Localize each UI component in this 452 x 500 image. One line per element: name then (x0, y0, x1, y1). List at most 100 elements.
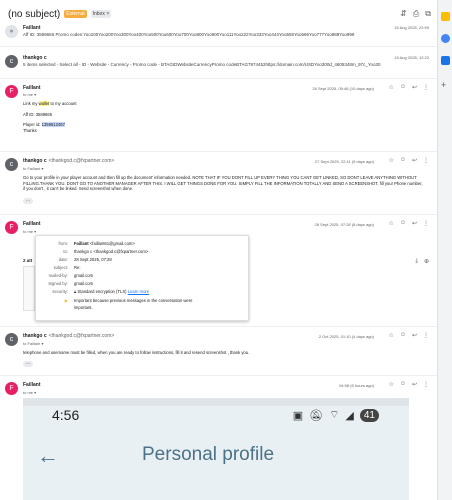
recipient-details-toggle[interactable]: to Faillant ▾ (23, 341, 43, 346)
more-vert-icon[interactable]: ⋮ (423, 84, 429, 91)
important-reason-cont: important. (74, 305, 93, 310)
date-value: 28 Sept 2025, 07:28 (74, 257, 112, 262)
emoji-react-icon[interactable]: ☺ (400, 157, 406, 164)
star-icon[interactable]: ☆ (388, 332, 393, 339)
from-address: <faillant61@gmail.com> (89, 241, 135, 246)
emoji-react-icon[interactable]: ☺ (400, 332, 406, 339)
recipient-details-toggle[interactable]: to me ▾ (23, 229, 36, 234)
reply-icon[interactable]: ↩ (412, 157, 417, 164)
signed-by-label: Signed by: (48, 281, 68, 286)
message-actions: ☆ ☺ ↩ ⋮ (388, 332, 429, 339)
collapse-all-icon[interactable]: ⇵ (400, 9, 407, 19)
highlighted-word: wallet (38, 101, 50, 106)
emoji-react-icon[interactable]: ☺ (400, 381, 406, 388)
reply-icon[interactable]: ↩ (412, 220, 417, 227)
sender-name: thankgo c (23, 55, 47, 61)
external-badge: External (64, 10, 87, 18)
body-text: to my account (49, 101, 77, 106)
recipient-details-toggle[interactable]: to Faillant ▾ (23, 166, 43, 171)
important-reason: Important because previous messages in t… (74, 298, 193, 303)
sender-line[interactable]: thankgo c <thankgod.c@fxpartner.com> (23, 333, 114, 339)
message-date: 15 Aug 2025, 22:59 (394, 25, 429, 30)
phone-clock: 4:56 (52, 407, 80, 423)
sender-name[interactable]: Faillant (23, 382, 41, 388)
learn-more-link[interactable]: Learn more (128, 289, 149, 294)
collapsed-message-2[interactable]: c thankgo c 19 Aug 2025, 12:22 5 items s… (0, 52, 437, 74)
subject-label: subject: (53, 265, 68, 270)
inline-image-phone-screenshot[interactable]: 4:56 ▣ 🔕︎ ⌔ ◢ 41 ← Personal profile (23, 398, 409, 500)
important-marker-icon: ▶ (64, 298, 68, 303)
reply-icon[interactable]: ↩ (412, 84, 417, 91)
message-snippet: Aff ID: 3589665 Promo codes:Yoo100Yoo200… (23, 32, 355, 37)
sender-line[interactable]: thankgo c <thankgod.c@fxpartner.com> (23, 158, 114, 164)
security-label: security: (52, 289, 68, 294)
message-actions: ☆ ☺ ↩ ⋮ (388, 84, 429, 91)
message-body: telephone and username must be filled, w… (23, 350, 250, 355)
reply-icon[interactable]: ↩ (412, 381, 417, 388)
signal-icon: ◢ (345, 409, 354, 422)
divider (0, 375, 437, 376)
body-text: Link my (23, 101, 39, 106)
attachment-thumbnail[interactable] (23, 266, 35, 311)
open-new-window-icon[interactable]: ⧉ (425, 9, 431, 19)
sender-address: <thankgod.c@fxpartner.com> (48, 333, 115, 339)
download-all-icon[interactable]: ⤓ (415, 258, 418, 265)
emoji-react-icon[interactable]: ☺ (400, 220, 406, 227)
show-trimmed-content-button[interactable]: … (23, 198, 33, 204)
message-actions: ☆ ☺ ↩ ⋮ (388, 157, 429, 164)
thanks-line: Thanks (23, 127, 37, 133)
sender-name[interactable]: Faillant (23, 85, 41, 91)
expanded-message-7: F Faillant to me ▾ 04:58 (6 hours ago) ☆… (0, 379, 437, 399)
email-thread-view: (no subject) External Inbox × ⇵ ⎙ ⧉ ● Fa… (0, 0, 437, 500)
tasks-icon[interactable] (441, 34, 450, 43)
print-icon[interactable]: ⎙ (413, 9, 419, 19)
avatar: F (5, 85, 18, 98)
wifi-off-icon: ⌔ (329, 409, 340, 421)
subject-row: (no subject) External Inbox × (8, 8, 112, 20)
sender-name: Faillant (23, 25, 41, 31)
star-icon[interactable]: ☆ (388, 84, 393, 91)
message-date: 26 Sept 2025, 05:46 (10 days ago) (312, 86, 374, 91)
avatar: c (5, 55, 18, 68)
message-date: 28 Sept 2025, 07:28 (8 days ago) (314, 222, 374, 227)
from-name: Faillant (74, 241, 89, 246)
star-icon[interactable]: ☆ (388, 220, 393, 227)
divider (0, 214, 437, 215)
back-arrow-icon: ← (37, 443, 59, 468)
sender-name: thankgo c (23, 333, 47, 339)
signed-by-value: gmail.com (74, 281, 94, 286)
more-vert-icon[interactable]: ⋮ (423, 220, 429, 227)
more-vert-icon[interactable]: ⋮ (423, 381, 429, 388)
star-icon[interactable]: ☆ (388, 157, 393, 164)
collapsed-message-1[interactable]: ● Faillant 15 Aug 2025, 22:59 Aff ID: 35… (0, 22, 437, 42)
emoji-react-icon[interactable]: ☺ (400, 84, 406, 91)
more-vert-icon[interactable]: ⋮ (423, 157, 429, 164)
message-actions: ☆ ☺ ↩ ⋮ (388, 220, 429, 227)
recipient-details-toggle[interactable]: to me ▾ (23, 92, 36, 97)
phone-page-title: Personal profile (142, 444, 275, 465)
mailed-by-label: mailed-by: (48, 273, 68, 278)
keep-icon[interactable] (441, 12, 450, 21)
reply-icon[interactable]: ↩ (412, 332, 417, 339)
recipient-details-toggle[interactable]: to me ▾ (23, 390, 36, 395)
contacts-icon[interactable] (441, 56, 450, 65)
notification-icon: ▣ (292, 409, 304, 422)
to-value: thankgo c <thankgod.c@fxpartner.com> (74, 249, 149, 254)
more-vert-icon[interactable]: ⋮ (423, 332, 429, 339)
divider (0, 326, 437, 327)
mute-icon: 🔕︎ (309, 409, 324, 422)
expanded-message-4: c thankgo c <thankgod.c@fxpartner.com> to… (0, 155, 437, 210)
sender-name[interactable]: Faillant (23, 221, 41, 227)
inbox-label-chip[interactable]: Inbox × (90, 10, 112, 18)
star-icon[interactable]: ☆ (388, 381, 393, 388)
divider (0, 78, 437, 79)
divider (0, 46, 437, 47)
add-addon-icon[interactable]: + (441, 80, 446, 90)
message-snippet: 5 items selected - Select all - ID - Web… (23, 62, 381, 67)
thread-actions: ⇵ ⎙ ⧉ (400, 9, 431, 19)
add-to-drive-icon[interactable]: ⊕ (424, 258, 429, 265)
message-actions: ☆ ☺ ↩ ⋮ (388, 381, 429, 388)
phone-status-icons: ▣ 🔕︎ ⌔ ◢ 41 (293, 408, 379, 422)
player-id-label: Player id: (23, 122, 42, 127)
show-trimmed-content-button[interactable]: … (23, 361, 33, 367)
